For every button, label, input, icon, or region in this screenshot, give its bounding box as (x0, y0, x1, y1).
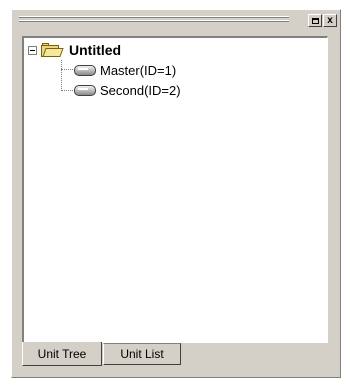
tab-strip: Unit Tree Unit List (22, 342, 328, 369)
tab-unit-tree[interactable]: Unit Tree (22, 342, 102, 366)
tree-item-label: Master(ID=1) (100, 63, 177, 78)
unit-tree-panel: x Untitled Master(ID=1) Second(ID=2) Uni… (11, 9, 341, 378)
drag-grip[interactable] (19, 16, 289, 24)
maximize-icon (311, 17, 319, 24)
close-icon: x (327, 14, 333, 26)
tree-root-node[interactable]: Untitled (28, 42, 121, 58)
tree-connector-line (61, 90, 73, 91)
tree-item-master[interactable]: Master(ID=1) (74, 63, 176, 78)
unit-icon (74, 85, 96, 96)
tree-connector-line (61, 60, 62, 91)
tree-connector-line (61, 69, 73, 70)
close-button[interactable]: x (323, 14, 337, 27)
collapse-icon[interactable] (28, 45, 37, 55)
tree-item-second[interactable]: Second(ID=2) (74, 83, 181, 98)
maximize-button[interactable] (308, 14, 322, 27)
folder-icon (41, 42, 64, 58)
unit-icon (74, 65, 96, 76)
tree-root-label: Untitled (69, 42, 122, 58)
tab-unit-list[interactable]: Unit List (103, 343, 181, 365)
panel-title-bar[interactable]: x (14, 12, 338, 30)
tree-item-label: Second(ID=2) (100, 83, 181, 98)
tree-view[interactable]: Untitled Master(ID=1) Second(ID=2) (22, 36, 328, 343)
